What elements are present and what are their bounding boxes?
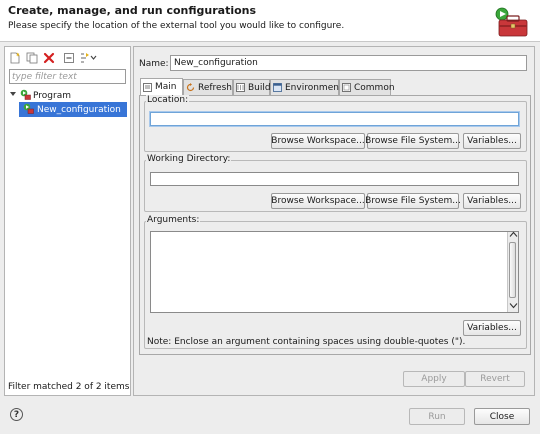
arguments-scrollbar[interactable] [507,231,519,312]
tree-item-label: Program [33,90,71,101]
name-label: Name: [139,59,169,69]
duplicate-icon[interactable] [25,51,39,64]
help-icon[interactable]: ? [10,408,23,421]
arguments-label: Arguments: [146,215,201,225]
arguments-textarea[interactable] [150,231,519,313]
main-tab-icon [143,82,152,92]
working-dir-browse-file-system-button[interactable]: Browse File System... [365,193,461,209]
working-directory-group: Working Directory: Browse Workspace... B… [144,154,527,212]
expand-arrow-icon[interactable] [9,90,18,101]
location-input[interactable] [150,112,519,126]
tree-item-label: New_configuration [37,104,121,115]
configuration-toolbar [8,51,97,64]
program-icon [20,89,32,103]
close-button[interactable]: Close [474,408,530,425]
filter-icon[interactable] [79,51,97,64]
common-icon [342,83,351,92]
main-tab-content: Location: Browse Workspace... Browse Fil… [139,95,531,355]
dialog-header: Create, manage, and run configurations P… [0,0,540,42]
tree-item-program[interactable]: Program [7,88,71,103]
scrollbar-thumb[interactable] [509,242,516,298]
location-variables-button[interactable]: Variables... [463,133,521,149]
tab-main[interactable]: Main [140,78,183,95]
revert-button[interactable]: Revert [465,371,525,387]
location-group: Location: Browse Workspace... Browse Fil… [144,95,527,152]
run-button[interactable]: Run [409,408,465,425]
filter-status: Filter matched 2 of 2 items [8,382,130,392]
dialog-title: Create, manage, and run configurations [8,4,257,17]
program-config-icon [23,103,35,117]
tab-common[interactable]: Common [339,79,395,95]
tab-label: Common [354,82,395,93]
name-input[interactable] [170,55,527,71]
dialog-description: Please specify the location of the exter… [8,21,345,31]
refresh-icon [186,83,195,92]
collapse-all-icon[interactable] [62,51,76,64]
tab-label: Environment [285,82,343,93]
location-browse-workspace-button[interactable]: Browse Workspace... [271,133,365,149]
location-browse-file-system-button[interactable]: Browse File System... [365,133,461,149]
tab-label: Main [155,82,177,92]
working-directory-label: Working Directory: [146,154,232,164]
arguments-variables-button[interactable]: Variables... [463,320,521,336]
tab-label: Build [248,82,271,93]
arguments-group: Arguments: Variables... [144,215,527,349]
working-dir-variables-button[interactable]: Variables... [463,193,521,209]
apply-button[interactable]: Apply [403,371,465,387]
configuration-list-panel: Program New_configuration Filter matched… [4,46,131,396]
delete-icon[interactable] [42,51,56,64]
scroll-up-icon[interactable] [508,231,519,240]
toolbox-icon [494,6,530,38]
scroll-down-icon[interactable] [508,302,519,311]
tab-label: Refresh [198,82,232,93]
configuration-editor-panel: Name: Main Refresh Build Environment Com… [133,46,535,396]
working-directory-input[interactable] [150,172,519,186]
tab-environment[interactable]: Environment [270,79,343,95]
arguments-note: Note: Enclose an argument containing spa… [147,337,466,347]
working-dir-browse-workspace-button[interactable]: Browse Workspace... [271,193,365,209]
tab-build[interactable]: Build [233,79,271,95]
new-configuration-icon[interactable] [8,51,22,64]
filter-input[interactable] [9,69,126,84]
location-label: Location: [146,95,190,105]
tree-item-new-configuration[interactable]: New_configuration [19,102,127,117]
build-icon [236,83,245,92]
tab-refresh[interactable]: Refresh [183,79,233,95]
environment-icon [273,83,282,92]
